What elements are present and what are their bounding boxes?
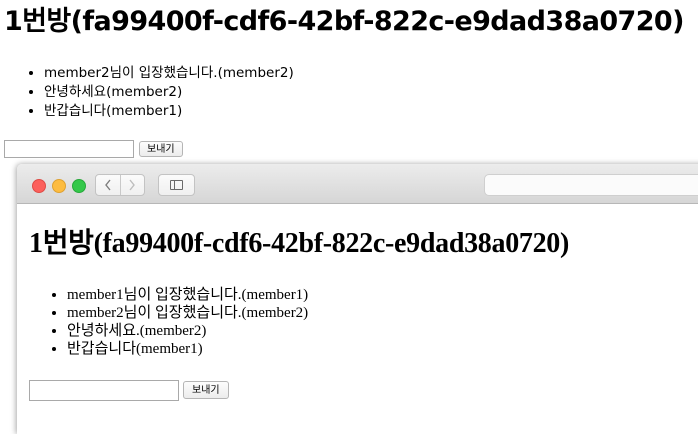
list-item: 반갑습니다(member1) (44, 102, 294, 121)
sidebar-icon (170, 180, 183, 190)
list-item: member1님이 입장했습니다.(member1) (67, 286, 308, 304)
minimize-window-button[interactable] (52, 179, 66, 193)
send-button[interactable]: 보내기 (139, 141, 183, 157)
message-list: member2님이 입장했습니다.(member2) 안녕하세요(member2… (28, 64, 294, 121)
address-bar[interactable] (484, 174, 698, 196)
inner-send-button[interactable]: 보내기 (183, 381, 229, 399)
zoom-window-button[interactable] (72, 179, 86, 193)
list-item: member2님이 입장했습니다.(member2) (44, 64, 294, 83)
list-item: 안녕하세요.(member2) (67, 322, 308, 340)
page-title: 1번방(fa99400f-cdf6-42bf-822c-e9dad38a0720… (4, 6, 684, 37)
list-item: 안녕하세요(member2) (44, 83, 294, 102)
browser-window: 1번방(fa99400f-cdf6-42bf-822c-e9dad38a0720… (17, 164, 698, 434)
inner-message-input[interactable] (29, 380, 179, 401)
browser-toolbar (17, 164, 698, 204)
chevron-left-icon[interactable] (96, 175, 120, 195)
inner-page-title: 1번방(fa99400f-cdf6-42bf-822c-e9dad38a0720… (29, 228, 570, 259)
inner-message-list: member1님이 입장했습니다.(member1) member2님이 입장했… (51, 286, 308, 358)
list-item: 반갑습니다(member1) (67, 340, 308, 358)
navigation-buttons (95, 174, 145, 196)
sidebar-toggle-button[interactable] (158, 174, 195, 196)
list-item: member2님이 입장했습니다.(member2) (67, 304, 308, 322)
message-input[interactable] (4, 140, 134, 158)
chevron-right-icon[interactable] (119, 175, 145, 195)
close-window-button[interactable] (32, 179, 46, 193)
